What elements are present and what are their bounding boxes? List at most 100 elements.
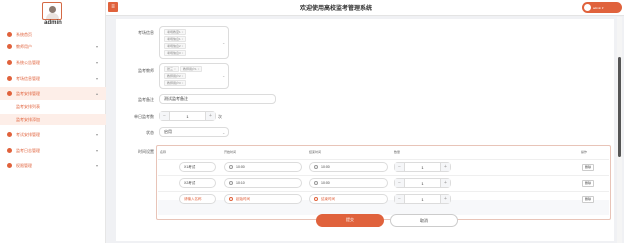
delete-row-button[interactable]: 删除 xyxy=(582,196,594,203)
plus-icon[interactable]: + xyxy=(440,195,450,203)
row-end-time[interactable]: 10:00 xyxy=(309,178,388,188)
sidebar-item-permission[interactable]: 权限管理 ▾ xyxy=(0,159,106,172)
count-stepper[interactable]: − 1 + xyxy=(159,111,216,121)
notice-icon xyxy=(7,60,12,65)
row-name-input[interactable]: 请输入名称 xyxy=(179,194,216,204)
row-divider xyxy=(158,191,609,192)
user-menu[interactable]: admin ▾ xyxy=(582,2,622,13)
row-qty-stepper[interactable]: − 1 + xyxy=(394,178,451,188)
count-unit: 次 xyxy=(218,114,222,119)
submenu-item-schedule-list[interactable]: 监考安排列表 xyxy=(0,101,106,112)
chevron-down-icon: ▾ xyxy=(95,76,98,81)
plus-icon[interactable]: + xyxy=(440,179,450,187)
close-icon[interactable]: × xyxy=(182,51,184,55)
submenu-item-label: 监考安排添加 xyxy=(16,116,40,122)
user-icon xyxy=(7,44,12,49)
row-start-time[interactable]: 起始时间 xyxy=(224,194,302,204)
user-menu-label: admin ▾ xyxy=(593,5,604,10)
row-divider xyxy=(158,175,609,176)
close-icon[interactable]: × xyxy=(182,74,184,78)
exam-room-label: 考场信息 xyxy=(138,30,154,35)
chevron-down-icon: ⌄ xyxy=(222,73,226,78)
avatar[interactable] xyxy=(42,2,62,20)
teacher-tag: 教师用户2× xyxy=(164,73,187,79)
clock-icon xyxy=(229,197,233,201)
row-end-time[interactable]: 10:00 xyxy=(309,162,388,172)
status-select[interactable]: 启用 ⌄ xyxy=(159,127,229,137)
exam-room-select[interactable]: 考场教室1× 考场信息1× 考场信息2× 考场信息3× ⌄ xyxy=(159,26,229,59)
tag-label: 考场教室1 xyxy=(167,30,181,34)
sidebar-username: admin xyxy=(44,20,62,26)
sidebar-item-label: 考试安排管理 xyxy=(16,131,40,137)
menu-icon[interactable]: ≡ xyxy=(108,2,118,12)
sidebar-item-teacher-user[interactable]: 教师用户 ▾ xyxy=(0,40,106,53)
tag-label: 张三 xyxy=(167,67,174,71)
sidebar-item-room[interactable]: 考场信息管理 ▾ xyxy=(0,72,106,85)
chevron-up-icon: ▴ xyxy=(95,91,98,96)
tag-label: 考场信息3 xyxy=(167,51,181,55)
chevron-down-icon: ⌄ xyxy=(222,40,226,45)
submit-button[interactable]: 提交 xyxy=(316,214,384,227)
exam-room-tag: 考场信息2× xyxy=(164,43,187,49)
teacher-select[interactable]: 张三× 教师用户1× 教师用户2× 教师用户3× ⌄ xyxy=(159,63,229,89)
row-qty-stepper[interactable]: − 1 + xyxy=(394,194,451,204)
submenu-item-schedule-add[interactable]: 监考安排添加 xyxy=(0,114,106,125)
chevron-down-icon: ⌄ xyxy=(222,130,226,135)
teacher-tag: 教师用户1× xyxy=(180,66,203,72)
plus-icon[interactable]: + xyxy=(440,163,450,171)
sidebar-item-schedule[interactable]: 监考安排管理 ▴ xyxy=(0,87,106,100)
minus-icon[interactable]: − xyxy=(395,163,405,171)
sidebar-item-label: 监考日志管理 xyxy=(16,147,40,153)
cancel-button[interactable]: 取消 xyxy=(390,214,458,227)
exam-room-tag: 考场教室1× xyxy=(164,29,187,35)
page-title: 欢迎使用高校监考管理系统 xyxy=(300,6,373,12)
clock-icon xyxy=(314,181,318,185)
start-time-value: 10:00 xyxy=(236,165,245,169)
plus-icon[interactable]: + xyxy=(205,112,215,120)
col-header-start: 开始时间 xyxy=(224,150,237,154)
row-name-input[interactable]: X2考试 xyxy=(179,178,216,188)
scrollbar[interactable] xyxy=(617,17,622,243)
sidebar-item-notice[interactable]: 系统公告管理 ▾ xyxy=(0,56,106,69)
delete-row-button[interactable]: 删除 xyxy=(582,180,594,187)
close-icon[interactable]: × xyxy=(182,44,184,48)
row-start-time[interactable]: 10:10 xyxy=(224,178,302,188)
status-value: 启用 xyxy=(164,129,172,134)
row-name-input[interactable]: X1考试 xyxy=(179,162,216,172)
minus-icon[interactable]: − xyxy=(395,179,405,187)
tag-label: 考场信息2 xyxy=(167,44,181,48)
sidebar-item-label: 考场信息管理 xyxy=(16,75,40,81)
close-icon[interactable]: × xyxy=(174,67,176,71)
clock-icon xyxy=(314,197,318,201)
minus-icon[interactable]: − xyxy=(160,112,170,120)
close-icon[interactable]: × xyxy=(198,67,200,71)
tag-label: 教师用户2 xyxy=(167,74,181,78)
delete-row-button[interactable]: 删除 xyxy=(582,164,594,171)
chevron-down-icon: ▾ xyxy=(95,148,98,153)
chevron-down-icon: ▾ xyxy=(95,60,98,65)
teacher-label: 监考教师 xyxy=(138,68,154,73)
count-label: 单日监考数 xyxy=(134,114,154,119)
log-icon xyxy=(7,148,12,153)
close-icon[interactable]: × xyxy=(182,37,184,41)
exam-icon xyxy=(7,132,12,137)
row-divider xyxy=(158,159,609,160)
clock-icon xyxy=(314,165,318,169)
scrollbar-thumb[interactable] xyxy=(618,57,621,157)
sidebar-item-exam[interactable]: 考试安排管理 ▾ xyxy=(0,128,106,141)
sidebar-item-label: 教师用户 xyxy=(16,43,32,49)
note-input[interactable]: 测试监考备注 xyxy=(159,94,276,104)
exam-room-tag: 考场信息3× xyxy=(164,50,187,56)
minus-icon[interactable]: − xyxy=(395,195,405,203)
row-qty-stepper[interactable]: − 1 + xyxy=(394,162,451,172)
close-icon[interactable]: × xyxy=(182,81,184,85)
clock-icon xyxy=(229,181,233,185)
close-icon[interactable]: × xyxy=(182,30,184,34)
row-start-time[interactable]: 10:00 xyxy=(224,162,302,172)
room-icon xyxy=(7,76,12,81)
qty-value: 1 xyxy=(421,164,424,170)
exam-room-tag: 考场信息1× xyxy=(164,36,187,42)
sidebar-item-label: 权限管理 xyxy=(16,162,32,168)
row-end-time[interactable]: 结束时间 xyxy=(309,194,388,204)
sidebar-item-log[interactable]: 监考日志管理 ▾ xyxy=(0,144,106,157)
